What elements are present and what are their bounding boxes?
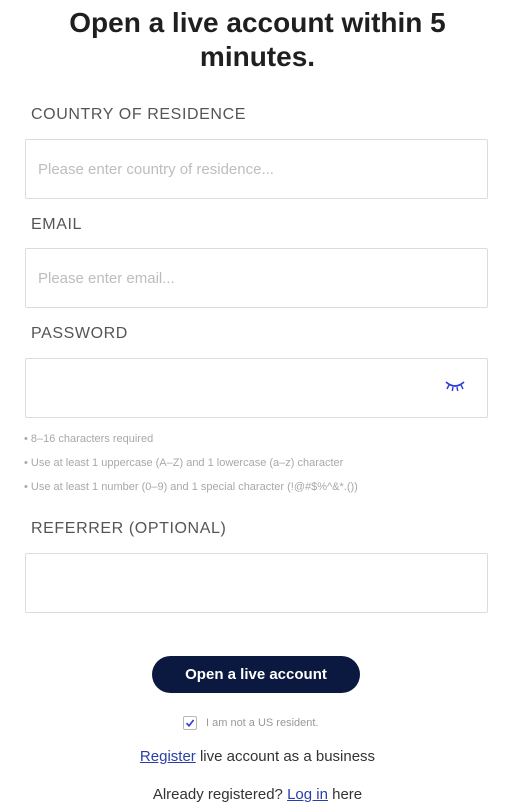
country-label: COUNTRY OF RESIDENCE <box>31 106 246 123</box>
checkmark-icon <box>185 719 195 728</box>
register-business-line: Register live account as a business <box>0 748 515 765</box>
login-link[interactable]: Log in <box>287 786 328 803</box>
referrer-label: REFERRER (OPTIONAL) <box>31 520 227 537</box>
register-link[interactable]: Register <box>140 748 196 765</box>
password-rule-length: • 8–16 characters required <box>24 433 154 445</box>
register-text: live account as a business <box>195 748 376 765</box>
us-resident-checkbox[interactable] <box>183 716 197 730</box>
page-title: Open a live account within 5 minutes. <box>69 7 446 72</box>
password-rule-case: • Use at least 1 uppercase (A–Z) and 1 l… <box>24 457 344 469</box>
us-resident-label: I am not a US resident. <box>206 717 319 729</box>
open-live-account-button[interactable]: Open a live account <box>152 656 360 693</box>
password-requirements: • 8–16 characters required • Use at leas… <box>24 431 358 503</box>
login-prefix: Already registered? <box>152 786 288 803</box>
password-label: PASSWORD <box>31 325 128 342</box>
password-input[interactable] <box>25 358 488 418</box>
email-input[interactable] <box>25 248 488 308</box>
password-rule-special: • Use at least 1 number (0–9) and 1 spec… <box>24 481 358 493</box>
referrer-input[interactable] <box>25 553 488 613</box>
us-resident-row: I am not a US resident. <box>183 716 319 730</box>
email-label: EMAIL <box>31 216 83 233</box>
login-line: Already registered? Log in here <box>0 786 515 803</box>
eye-closed-icon[interactable] <box>444 379 466 393</box>
country-input[interactable] <box>25 139 488 199</box>
login-suffix: here <box>327 786 363 803</box>
